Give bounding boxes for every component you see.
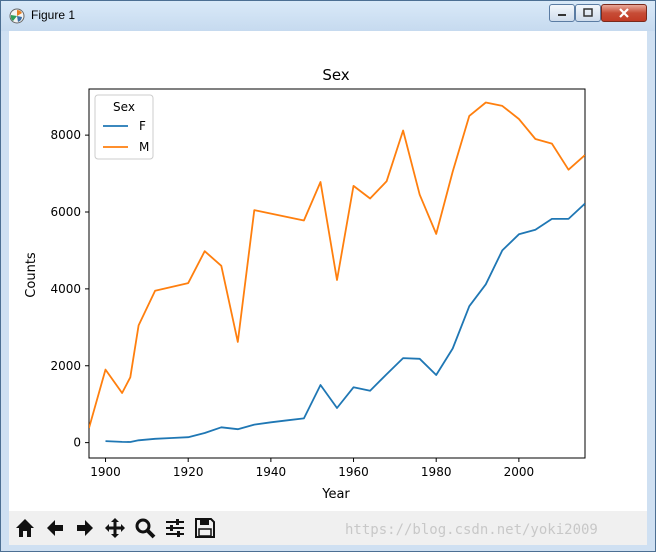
maximize-icon xyxy=(583,8,593,17)
back-button[interactable] xyxy=(41,515,69,541)
figure-window: Figure 1 1900 1920 1940 1960 1980 2000 0 2000 40… xyxy=(0,0,656,552)
y-axis-label: Counts xyxy=(24,252,39,298)
plot-area xyxy=(88,88,586,459)
configure-subplots-icon xyxy=(166,519,184,537)
home-button[interactable] xyxy=(11,515,39,541)
save-button[interactable] xyxy=(191,515,219,541)
x-tick-label: 2000 xyxy=(504,465,535,479)
pan-icon xyxy=(105,518,125,538)
pan-button[interactable] xyxy=(101,515,129,541)
home-icon xyxy=(16,519,34,537)
legend-label-M: M xyxy=(139,140,149,154)
save-icon xyxy=(195,518,215,538)
close-icon xyxy=(619,8,629,18)
close-button[interactable] xyxy=(601,4,647,22)
y-tick-label: 2000 xyxy=(50,359,81,373)
zoom-button[interactable] xyxy=(131,515,159,541)
y-tick-label: 0 xyxy=(73,436,81,450)
title-bar[interactable]: Figure 1 xyxy=(1,1,655,31)
y-tick-label: 8000 xyxy=(50,128,81,142)
x-tick-label: 1980 xyxy=(421,465,452,479)
maximize-button[interactable] xyxy=(575,4,601,22)
x-tick-label: 1900 xyxy=(90,465,121,479)
x-tick-label: 1920 xyxy=(173,465,204,479)
y-tick-label: 6000 xyxy=(50,205,81,219)
forward-arrow-icon xyxy=(77,520,93,536)
forward-button[interactable] xyxy=(71,515,99,541)
legend: Sex FM xyxy=(94,94,154,160)
minimize-icon xyxy=(558,14,566,16)
configure-subplots-button[interactable] xyxy=(161,515,189,541)
legend-title: Sex xyxy=(113,100,135,114)
x-axis-label: Year xyxy=(321,487,350,502)
back-arrow-icon xyxy=(47,520,63,536)
zoom-icon xyxy=(135,518,156,539)
y-tick-label: 4000 xyxy=(50,282,81,296)
minimize-button[interactable] xyxy=(549,4,575,22)
x-tick-label: 1940 xyxy=(256,465,287,479)
watermark-text: https://blog.csdn.net/yoki2009 xyxy=(345,522,598,538)
figure-canvas[interactable]: 1900 1920 1940 1960 1980 2000 0 2000 4000 6000 800… xyxy=(9,31,647,545)
window-title: Figure 1 xyxy=(31,8,76,22)
legend-label-F: F xyxy=(139,119,146,133)
chart-title: Sex xyxy=(322,66,349,84)
matplotlib-logo-icon xyxy=(9,8,25,24)
x-tick-label: 1960 xyxy=(338,465,369,479)
line-chart: 1900 1920 1940 1960 1980 2000 0 2000 4000 6000 800… xyxy=(24,66,586,502)
